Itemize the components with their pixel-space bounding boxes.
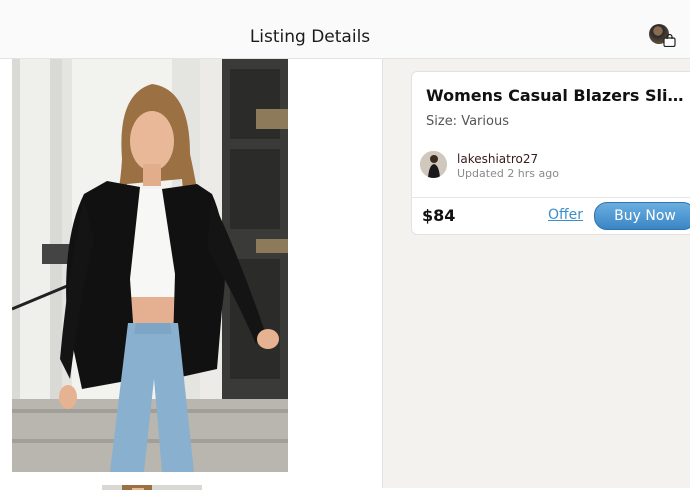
shopping-bag-icon xyxy=(663,34,676,47)
seller-updated-time: Updated 2 hrs ago xyxy=(457,167,559,180)
header: Listing Details xyxy=(0,0,690,59)
account-cart-button[interactable] xyxy=(649,24,676,48)
page-title: Listing Details xyxy=(249,27,371,47)
listing-details-panel: Womens Casual Blazers Slim Jack... Size:… xyxy=(382,59,690,488)
seller-username[interactable]: lakeshiatro27 xyxy=(457,152,538,166)
seller-info[interactable]: lakeshiatro27 Updated 2 hrs ago xyxy=(420,151,690,181)
listing-price: $84 xyxy=(422,206,456,225)
photo-column xyxy=(0,59,382,490)
listing-card: Womens Casual Blazers Slim Jack... Size:… xyxy=(411,71,690,235)
listing-size: Size: Various xyxy=(426,114,509,129)
divider xyxy=(412,197,690,198)
seller-avatar-image xyxy=(420,151,447,178)
offer-link[interactable]: Offer xyxy=(548,207,583,223)
listing-title: Womens Casual Blazers Slim Jack... xyxy=(426,86,690,105)
listing-photo-image xyxy=(12,59,288,472)
listing-photo[interactable] xyxy=(12,59,288,472)
seller-avatar[interactable] xyxy=(420,151,447,178)
buy-now-button[interactable]: Buy Now xyxy=(594,202,690,230)
listing-photo-secondary[interactable] xyxy=(102,480,202,490)
